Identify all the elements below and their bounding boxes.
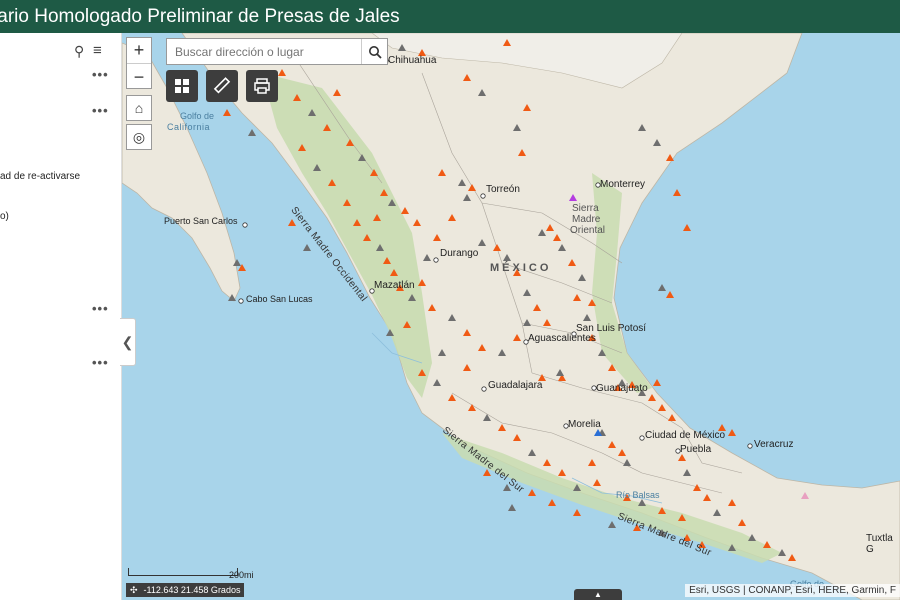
city-dot (481, 386, 487, 392)
crosshair-icon: ✣ (130, 584, 138, 595)
locate-icon: ◎ (132, 128, 146, 145)
legend-text: ad de re-activarse (0, 171, 81, 182)
water-label-golfo: Golfo de (180, 111, 215, 121)
dam-marker[interactable] (303, 244, 311, 251)
app-header: tario Homologado Preliminar de Presas de… (0, 0, 900, 33)
country-label-mexico: MÉXICO (490, 262, 552, 274)
dam-marker[interactable] (653, 379, 661, 386)
coordinate-readout: -112.643 21.458 Grados (143, 585, 241, 595)
layer-options-menu[interactable]: ••• (92, 67, 109, 82)
coordinate-widget[interactable]: ✣ -112.643 21.458 Grados (126, 583, 245, 597)
city-label-puebla: Puebla (680, 444, 712, 455)
dam-marker[interactable] (528, 489, 536, 496)
print-button[interactable] (246, 70, 278, 102)
map-view[interactable]: Chihuahua Golfo de California Sierra Mad… (122, 33, 900, 600)
city-dot (242, 222, 248, 228)
collapse-panel-button[interactable]: ❮ (120, 318, 136, 366)
dam-marker[interactable] (223, 109, 231, 116)
chevron-left-icon: ❮ (121, 333, 134, 350)
printer-icon (254, 78, 270, 94)
chevron-up-icon: ▲ (594, 590, 602, 599)
search-input[interactable] (167, 39, 361, 64)
zoom-control: + − (126, 37, 152, 89)
river-label-balsas: Río Balsas (616, 490, 660, 500)
city-label-veracruz: Veracruz (754, 439, 794, 450)
search-icon (368, 45, 382, 59)
mountain-label-madre: Madre (572, 214, 601, 225)
basemap-gallery-button[interactable] (166, 70, 198, 102)
zoom-in-button[interactable]: + (127, 38, 151, 64)
city-label-guanajuato: Guanajuato (596, 383, 648, 394)
layer-options-menu[interactable]: ••• (92, 301, 109, 316)
layer-options-menu[interactable]: ••• (92, 103, 109, 118)
city-label-ciudad-de-mexico: Ciudad de México (645, 430, 726, 441)
water-label-california: California (167, 122, 211, 132)
home-button[interactable]: ⌂ (126, 95, 152, 121)
measure-button[interactable] (206, 70, 238, 102)
city-label-chihuahua: Chihuahua (388, 55, 437, 66)
legend-text: o) (0, 211, 9, 222)
ruler-icon (213, 77, 231, 94)
scale-bar (128, 568, 238, 576)
layer-options-menu[interactable]: ••• (92, 355, 109, 370)
city-dot (639, 435, 645, 441)
city-dot (238, 298, 244, 304)
locate-button[interactable]: ◎ (126, 124, 152, 150)
city-label-morelia: Morelia (568, 419, 601, 430)
city-label-torreon: Torreón (486, 184, 520, 195)
basemap (122, 33, 900, 600)
home-icon: ⌂ (134, 100, 144, 116)
layer-list-panel: ⚲ ≡ ••• ••• ad de re-activarse o) ••• ••… (0, 33, 122, 600)
search-icon[interactable]: ⚲ (74, 43, 84, 60)
city-label-aguascalientes: Aguascalientes (528, 333, 596, 344)
app-title: tario Homologado Preliminar de Presas de… (0, 5, 400, 27)
city-label-cabo-san-lucas: Cabo San Lucas (246, 294, 313, 304)
dam-marker[interactable] (573, 509, 581, 516)
dam-marker[interactable] (508, 504, 516, 511)
city-label-monterrey: Monterrey (600, 179, 646, 190)
city-label-tuxtla: Tuxtla G (866, 533, 893, 555)
city-label-guadalajara: Guadalajara (488, 380, 543, 391)
filter-list-icon[interactable]: ≡ (93, 42, 102, 59)
scale-label: 200mi (229, 570, 254, 580)
search-button[interactable] (361, 39, 387, 64)
expand-table-button[interactable]: ▲ (574, 589, 622, 600)
mountain-label-oriental: Oriental (570, 225, 606, 236)
city-dot (480, 193, 486, 199)
city-label-durango: Durango (440, 248, 479, 259)
basemap-grid-icon (175, 79, 189, 93)
address-search (166, 38, 388, 65)
mountain-label-sierra: Sierra (572, 203, 599, 214)
zoom-out-button[interactable]: − (127, 64, 151, 90)
dam-marker[interactable] (548, 499, 556, 506)
dam-marker[interactable] (248, 129, 256, 136)
dam-marker[interactable] (608, 521, 616, 528)
city-dot (747, 443, 753, 449)
map-attribution: Esri, USGS | CONANP, Esri, HERE, Garmin,… (685, 584, 900, 597)
city-label-mazatlan: Mazatlán (374, 280, 415, 291)
city-label-puerto-san-carlos: Puerto San Carlos (164, 216, 238, 226)
city-dot (433, 257, 439, 263)
